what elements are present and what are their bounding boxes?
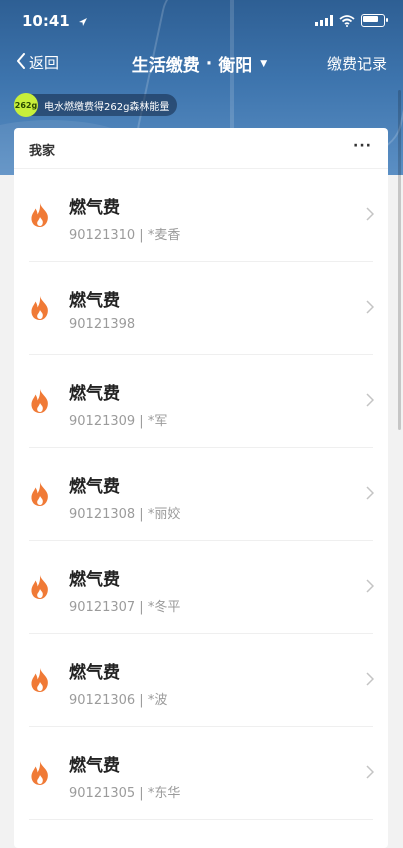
bill-account: 90121308 | *丽姣	[69, 507, 181, 522]
bill-name: 燃气费	[69, 198, 120, 218]
back-chevron-icon	[16, 52, 29, 73]
chevron-right-icon	[366, 299, 375, 318]
bill-name: 燃气费	[69, 756, 120, 776]
flame-icon	[29, 760, 51, 786]
signal-icon	[315, 15, 333, 26]
flame-icon	[29, 667, 51, 693]
battery-icon	[361, 14, 388, 27]
bill-account: 90121309 | *军	[69, 414, 168, 429]
flame-icon	[29, 388, 51, 414]
bill-name: 燃气费	[69, 663, 120, 683]
nav-bar: 返回 生活缴费 · 衡阳 ▼ 缴费记录	[0, 46, 403, 80]
bill-account: 90121307 | *冬平	[69, 600, 181, 615]
bill-item[interactable]: 燃气费 90121309 | *军	[14, 355, 388, 448]
bill-account: 90121306 | *波	[69, 693, 168, 708]
status-bar: 10:41	[0, 0, 403, 42]
card-header: 我家 ···	[14, 128, 388, 169]
chevron-right-icon	[366, 485, 375, 504]
bill-name: 燃气费	[69, 291, 120, 311]
dropdown-caret-icon: ▼	[260, 58, 268, 69]
status-time: 10:41	[22, 12, 88, 30]
household-card: 我家 ··· 燃气费 90121310 | *麦香 燃气费 90121398 燃…	[14, 128, 388, 848]
chevron-right-icon	[366, 578, 375, 597]
chevron-right-icon	[366, 206, 375, 225]
city-name: 衡阳	[218, 56, 253, 76]
flame-icon	[29, 481, 51, 507]
bill-item[interactable]: 燃气费 90121310 | *麦香	[14, 169, 388, 262]
payment-records-link[interactable]: 缴费记录	[327, 53, 387, 74]
scrollbar[interactable]	[398, 90, 401, 430]
title-separator: ·	[205, 53, 213, 74]
bill-item[interactable]: 燃气费 90121307 | *冬平	[14, 541, 388, 634]
more-options-button[interactable]: ···	[353, 138, 372, 154]
chevron-right-icon	[366, 392, 375, 411]
location-arrow-icon	[78, 17, 88, 27]
bill-name: 燃气费	[69, 477, 120, 497]
bill-account: 90121398	[69, 317, 136, 332]
back-label: 返回	[29, 54, 60, 72]
bill-item[interactable]: 燃气费 90121308 | *丽姣	[14, 448, 388, 541]
energy-text: 电水燃缴费得262g森林能量	[44, 101, 170, 113]
flame-icon	[29, 574, 51, 600]
chevron-right-icon	[366, 671, 375, 690]
bill-account: 90121305 | *东华	[69, 786, 181, 801]
forest-energy-badge[interactable]: 262g 电水燃缴费得262g森林能量	[14, 93, 178, 117]
bill-name: 燃气费	[69, 570, 120, 590]
bill-item[interactable]: 燃气费 90121305 | *东华	[14, 727, 388, 820]
energy-amount: 262g	[14, 93, 38, 117]
flame-icon	[29, 202, 51, 228]
bill-item[interactable]: 燃气费 90121398	[14, 262, 388, 355]
bill-account: 90121310 | *麦香	[69, 228, 181, 243]
card-title: 我家	[29, 144, 56, 159]
title-text: 生活缴费	[131, 56, 200, 76]
bill-name: 燃气费	[69, 384, 120, 404]
time-text: 10:41	[22, 12, 70, 30]
chevron-right-icon	[366, 764, 375, 783]
wifi-icon	[339, 14, 355, 27]
bill-item[interactable]: 燃气费 90121306 | *波	[14, 634, 388, 727]
flame-icon	[29, 295, 51, 321]
back-button[interactable]: 返回	[16, 52, 59, 73]
divider	[29, 819, 373, 820]
city-selector[interactable]: 生活缴费 · 衡阳 ▼	[131, 51, 268, 77]
